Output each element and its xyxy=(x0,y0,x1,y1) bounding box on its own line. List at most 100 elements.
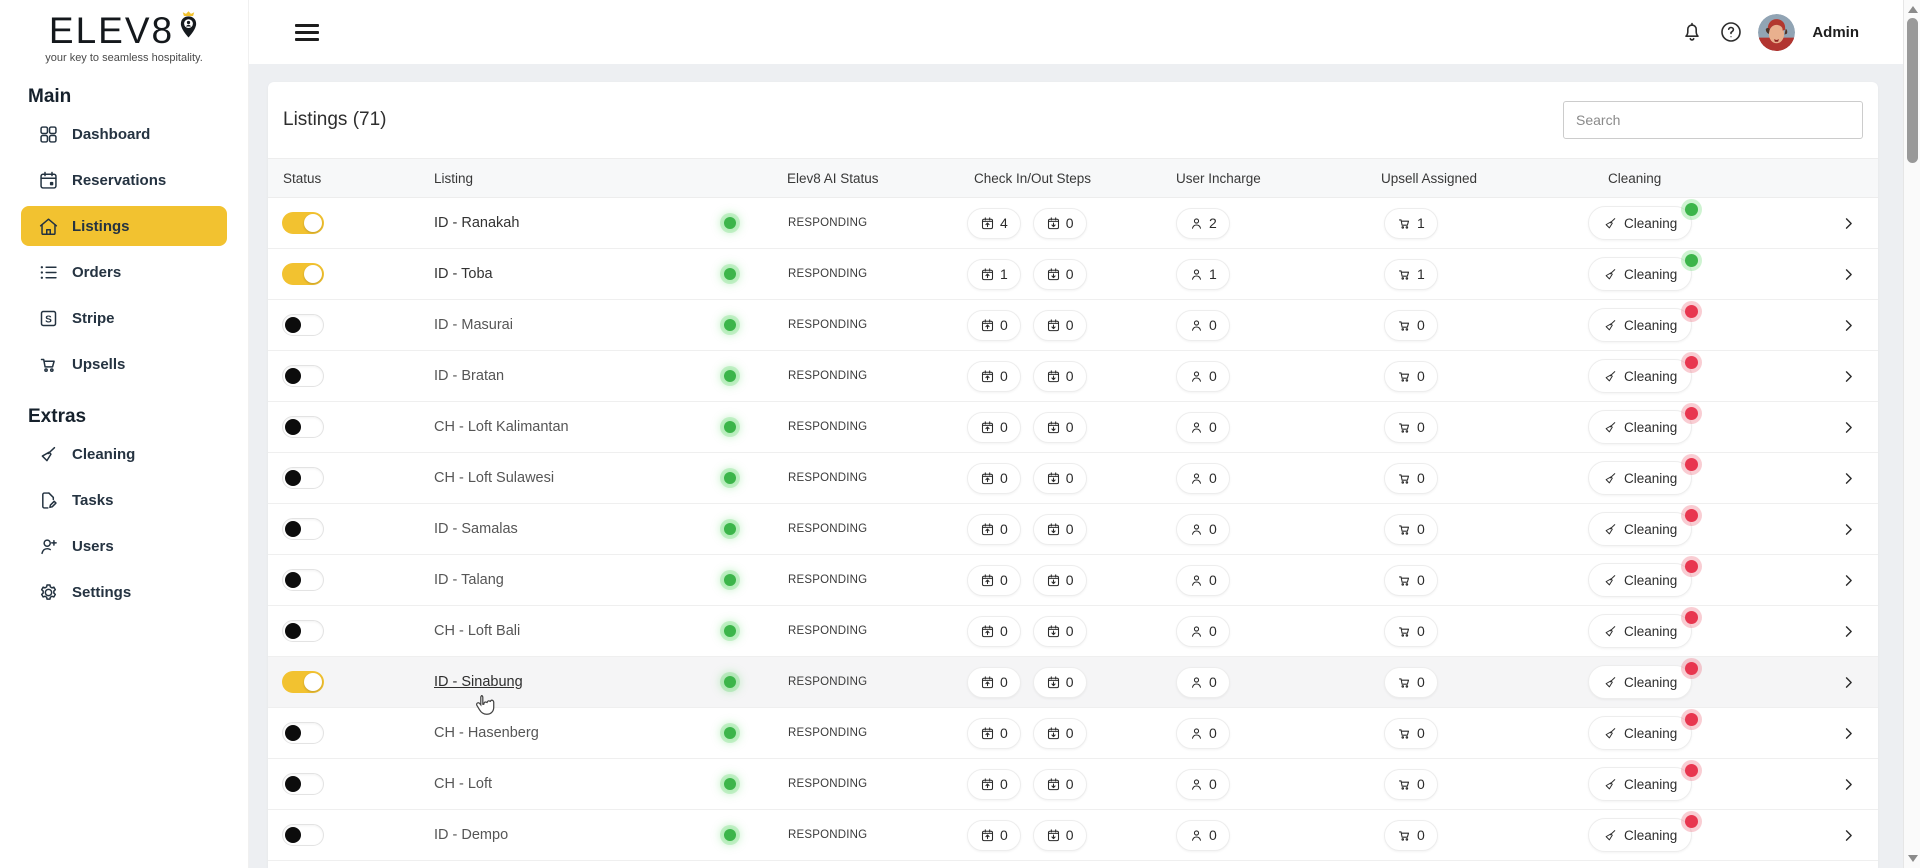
user-incharge-button[interactable]: 0 xyxy=(1176,564,1230,596)
table-row[interactable]: ID - Dempo RESPONDING 0 0 0 0 Cleaning xyxy=(268,810,1878,861)
upsell-assigned-button[interactable]: 0 xyxy=(1384,411,1438,443)
checkout-steps-button[interactable]: 0 xyxy=(1032,207,1087,239)
checkout-steps-button[interactable]: 0 xyxy=(1032,615,1087,647)
user-incharge-button[interactable]: 0 xyxy=(1176,768,1230,800)
checkout-steps-button[interactable]: 0 xyxy=(1032,462,1087,494)
listing-name-link[interactable]: CH - Loft Kalimantan xyxy=(434,419,569,435)
status-toggle[interactable] xyxy=(282,416,324,438)
checkin-steps-button[interactable]: 0 xyxy=(967,462,1021,494)
status-toggle[interactable] xyxy=(282,518,324,540)
row-chevron-right-icon[interactable] xyxy=(1840,725,1857,742)
cleaning-button[interactable]: Cleaning xyxy=(1588,458,1699,495)
user-incharge-button[interactable]: 0 xyxy=(1176,360,1230,392)
checkin-steps-button[interactable]: 0 xyxy=(967,666,1021,698)
upsell-assigned-button[interactable]: 0 xyxy=(1384,360,1438,392)
listing-name-link[interactable]: CH - Hasenberg xyxy=(434,725,539,741)
sidebar-item-users[interactable]: Users xyxy=(21,526,227,566)
hamburger-menu-icon[interactable] xyxy=(295,23,319,41)
row-chevron-right-icon[interactable] xyxy=(1840,368,1857,385)
checkin-steps-button[interactable]: 0 xyxy=(967,513,1021,545)
table-row[interactable]: ID - Bratan RESPONDING 0 0 0 0 Cleaning xyxy=(268,351,1878,402)
row-chevron-right-icon[interactable] xyxy=(1840,266,1857,283)
upsell-assigned-button[interactable]: 0 xyxy=(1384,615,1438,647)
checkin-steps-button[interactable]: 0 xyxy=(967,717,1021,749)
user-incharge-button[interactable]: 0 xyxy=(1176,666,1230,698)
user-incharge-button[interactable]: 0 xyxy=(1176,309,1230,341)
sidebar-item-dashboard[interactable]: Dashboard xyxy=(21,114,227,154)
row-chevron-right-icon[interactable] xyxy=(1840,317,1857,334)
checkin-steps-button[interactable]: 1 xyxy=(967,258,1021,290)
status-toggle[interactable] xyxy=(282,263,324,285)
row-chevron-right-icon[interactable] xyxy=(1840,470,1857,487)
row-chevron-right-icon[interactable] xyxy=(1840,521,1857,538)
listing-name-link[interactable]: ID - Talang xyxy=(434,572,504,588)
status-toggle[interactable] xyxy=(282,620,324,642)
sidebar-item-upsells[interactable]: Upsells xyxy=(21,344,227,384)
status-toggle[interactable] xyxy=(282,671,324,693)
checkin-steps-button[interactable]: 0 xyxy=(967,360,1021,392)
user-incharge-button[interactable]: 0 xyxy=(1176,462,1230,494)
table-row[interactable]: ID - Samalas RESPONDING 0 0 0 0 Cleaning xyxy=(268,504,1878,555)
table-row[interactable]: ID - Toba RESPONDING 1 0 1 1 Cleaning xyxy=(268,249,1878,300)
cleaning-button[interactable]: Cleaning xyxy=(1588,815,1699,852)
scrollbar-down-arrow-icon[interactable] xyxy=(1907,855,1918,862)
user-incharge-button[interactable]: 0 xyxy=(1176,615,1230,647)
cleaning-button[interactable]: Cleaning xyxy=(1588,509,1699,546)
help-icon[interactable] xyxy=(1719,20,1743,44)
upsell-assigned-button[interactable]: 1 xyxy=(1384,258,1438,290)
row-chevron-right-icon[interactable] xyxy=(1840,623,1857,640)
row-chevron-right-icon[interactable] xyxy=(1840,215,1857,232)
table-row[interactable]: ID - Ranakah RESPONDING 4 0 2 1 Cleaning xyxy=(268,198,1878,249)
row-chevron-right-icon[interactable] xyxy=(1840,674,1857,691)
checkin-steps-button[interactable]: 0 xyxy=(967,768,1021,800)
checkout-steps-button[interactable]: 0 xyxy=(1032,666,1087,698)
upsell-assigned-button[interactable]: 0 xyxy=(1384,513,1438,545)
cleaning-button[interactable]: Cleaning xyxy=(1588,305,1699,342)
listing-name-link[interactable]: ID - Sinabung xyxy=(434,674,523,690)
upsell-assigned-button[interactable]: 0 xyxy=(1384,819,1438,851)
cleaning-button[interactable]: Cleaning xyxy=(1588,662,1699,699)
user-incharge-button[interactable]: 0 xyxy=(1176,717,1230,749)
listing-name-link[interactable]: CH - Loft xyxy=(434,776,492,792)
scrollbar-thumb[interactable] xyxy=(1907,18,1918,163)
status-toggle[interactable] xyxy=(282,212,324,234)
checkout-steps-button[interactable]: 0 xyxy=(1032,360,1087,392)
checkout-steps-button[interactable]: 0 xyxy=(1032,513,1087,545)
status-toggle[interactable] xyxy=(282,467,324,489)
sidebar-item-stripe[interactable]: S Stripe xyxy=(21,298,227,338)
table-row[interactable]: CH - Loft RESPONDING 0 0 0 0 Cleaning xyxy=(268,759,1878,810)
listing-name-link[interactable]: ID - Dempo xyxy=(434,827,508,843)
sidebar-item-tasks[interactable]: Tasks xyxy=(21,480,227,520)
table-row[interactable]: ID - Talang RESPONDING 0 0 0 0 Cleaning xyxy=(268,555,1878,606)
table-row[interactable]: CH - Loft Sulawesi RESPONDING 0 0 0 0 Cl… xyxy=(268,453,1878,504)
cleaning-button[interactable]: Cleaning xyxy=(1588,713,1699,750)
user-name-label[interactable]: Admin xyxy=(1812,24,1859,41)
listing-name-link[interactable]: ID - Toba xyxy=(434,266,493,282)
cleaning-button[interactable]: Cleaning xyxy=(1588,356,1699,393)
cleaning-button[interactable]: Cleaning xyxy=(1588,764,1699,801)
checkin-steps-button[interactable]: 4 xyxy=(967,207,1021,239)
checkout-steps-button[interactable]: 0 xyxy=(1032,258,1087,290)
checkin-steps-button[interactable]: 0 xyxy=(967,819,1021,851)
cleaning-button[interactable]: Cleaning xyxy=(1588,203,1699,240)
search-input[interactable] xyxy=(1563,101,1863,139)
table-row[interactable]: CH - Loft Bali RESPONDING 0 0 0 0 Cleani… xyxy=(268,606,1878,657)
user-incharge-button[interactable]: 2 xyxy=(1176,207,1230,239)
checkout-steps-button[interactable]: 0 xyxy=(1032,768,1087,800)
table-row[interactable]: ID - Masurai RESPONDING 0 0 0 0 Cleaning xyxy=(268,300,1878,351)
upsell-assigned-button[interactable]: 1 xyxy=(1384,207,1438,239)
status-toggle[interactable] xyxy=(282,824,324,846)
scrollbar-up-arrow-icon[interactable] xyxy=(1907,6,1918,13)
cleaning-button[interactable]: Cleaning xyxy=(1588,611,1699,648)
row-chevron-right-icon[interactable] xyxy=(1840,572,1857,589)
upsell-assigned-button[interactable]: 0 xyxy=(1384,717,1438,749)
listing-name-link[interactable]: ID - Bratan xyxy=(434,368,504,384)
notifications-bell-icon[interactable] xyxy=(1680,20,1704,44)
sidebar-item-reservations[interactable]: Reservations xyxy=(21,160,227,200)
status-toggle[interactable] xyxy=(282,773,324,795)
checkout-steps-button[interactable]: 0 xyxy=(1032,717,1087,749)
status-toggle[interactable] xyxy=(282,314,324,336)
checkin-steps-button[interactable]: 0 xyxy=(967,564,1021,596)
vertical-scrollbar[interactable] xyxy=(1903,0,1920,868)
sidebar-item-orders[interactable]: Orders xyxy=(21,252,227,292)
